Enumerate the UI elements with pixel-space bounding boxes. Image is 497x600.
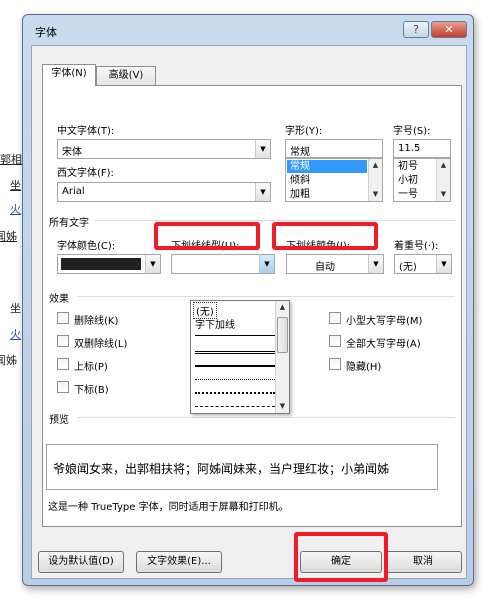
western-font-label: 西文字体(F): (57, 168, 114, 179)
group-divider (77, 417, 455, 418)
hidden-label: 隐藏(H) (346, 362, 382, 373)
underline-color-value: 自动 (315, 262, 335, 273)
scroll-up-icon[interactable]: ▲ (369, 159, 382, 172)
font-color-label: 字体颜色(C): (57, 241, 116, 252)
background-doc-text: 弟闻姊 (0, 230, 17, 243)
chinese-font-value: 宋体 (62, 147, 82, 158)
western-font-value: Arial (62, 186, 85, 197)
effects-group-label: 效果 (49, 294, 69, 305)
dropdown-scrollbar[interactable]: ▲ ▼ (275, 301, 289, 413)
text-effects-button[interactable]: 文字效果(E)... (136, 551, 222, 573)
font-color-swatch (61, 258, 141, 270)
chevron-down-icon[interactable]: ▼ (255, 183, 270, 201)
tab-advanced[interactable]: 高级(V) (96, 66, 156, 85)
chinese-font-combo[interactable]: 宋体 ▼ (57, 139, 271, 159)
subscript-checkbox[interactable] (57, 381, 69, 393)
scroll-down-icon[interactable]: ▼ (437, 188, 450, 201)
all-caps-checkbox[interactable] (329, 335, 341, 347)
small-caps-checkbox[interactable] (329, 312, 341, 324)
scroll-up-icon[interactable]: ▲ (437, 159, 450, 172)
strikethrough-checkbox[interactable] (57, 312, 69, 324)
background-doc-text: 火 (10, 203, 21, 216)
list-item[interactable]: 一号 (395, 188, 418, 201)
strikethrough-label: 删除线(K) (74, 316, 119, 327)
line-style-single[interactable] (195, 335, 275, 336)
close-button[interactable]: ✕ (431, 21, 467, 38)
chevron-down-icon[interactable]: ▼ (436, 255, 451, 273)
close-icon: ✕ (444, 23, 454, 36)
tab-font[interactable]: 字体(N) (42, 64, 96, 86)
chevron-down-icon[interactable]: ▼ (259, 255, 274, 273)
emphasis-mark-combo[interactable]: (无) ▼ (394, 254, 452, 274)
superscript-checkbox[interactable] (57, 358, 69, 370)
scroll-up-icon[interactable]: ▲ (276, 301, 289, 314)
font-style-scrollbar[interactable]: ▲ ▼ (368, 159, 382, 201)
preview-text: 爷娘闻女来，出郭相扶将；阿姊闻妹来，当户理红妆；小弟闻姊 (53, 462, 390, 476)
font-style-input[interactable]: 常规 (285, 139, 383, 158)
font-size-value: 11.5 (398, 143, 421, 154)
list-item[interactable]: 初号 (395, 160, 418, 173)
highlight-ok-button (294, 532, 388, 582)
superscript-label: 上标(P) (74, 362, 108, 373)
chevron-down-icon[interactable]: ▼ (255, 140, 270, 158)
list-item[interactable]: 加粗 (287, 188, 310, 201)
font-description: 这是一种 TrueType 字体，同时适用于屏幕和打印机。 (48, 502, 289, 513)
font-size-list[interactable]: 初号 小初 一号 ▲ ▼ (393, 158, 451, 202)
scroll-down-icon[interactable]: ▼ (369, 188, 382, 201)
cancel-button[interactable]: 取消 (384, 551, 462, 573)
line-style-thick[interactable] (195, 365, 275, 367)
underline-style-dropdown[interactable]: (无) 字下加线 ▲ ▼ (190, 300, 290, 414)
background-doc-text: 弟闻姊 (0, 354, 17, 367)
hidden-checkbox[interactable] (329, 358, 341, 370)
underline-color-combo[interactable]: 自动 ▼ (286, 254, 384, 274)
font-dialog: 字体 ? ✕ 字体(N) 高级(V) 中文字体(T): 宋体 ▼ 西文字体(F)… (22, 14, 474, 586)
list-item[interactable]: 小初 (395, 174, 418, 187)
dialog-titlebar[interactable]: 字体 ? ✕ (23, 15, 473, 43)
western-font-combo[interactable]: Arial ▼ (57, 182, 271, 202)
set-default-button[interactable]: 设为默认值(D) (38, 551, 124, 573)
line-style-dashed[interactable] (195, 406, 275, 407)
underline-style-combo[interactable]: ▼ (171, 254, 275, 274)
background-doc-text: 坐 (10, 302, 21, 315)
chevron-down-icon[interactable]: ▼ (145, 255, 160, 273)
double-strikethrough-checkbox[interactable] (57, 335, 69, 347)
line-style-dense-dotted[interactable] (195, 392, 275, 394)
dialog-title: 字体 (35, 26, 57, 39)
scroll-thumb[interactable] (277, 317, 288, 353)
highlight-underline-color (272, 222, 378, 250)
chinese-font-label: 中文字体(T): (57, 126, 115, 137)
dropdown-item-underline-words[interactable]: 字下加线 (195, 316, 235, 331)
font-style-list[interactable]: 常规 倾斜 加粗 ▲ ▼ (285, 158, 383, 202)
all-caps-label: 全部大写字母(A) (346, 339, 421, 350)
help-button[interactable]: ? (403, 21, 429, 38)
all-text-group-label: 所有文字 (49, 218, 89, 229)
emphasis-mark-value: (无) (399, 262, 417, 273)
subscript-label: 下标(B) (74, 385, 109, 396)
emphasis-mark-label: 着重号(·): (394, 241, 439, 252)
group-divider (95, 220, 455, 221)
line-style-double[interactable] (195, 351, 275, 354)
font-size-scrollbar[interactable]: ▲ ▼ (436, 159, 450, 201)
dialog-client-area: 字体(N) 高级(V) 中文字体(T): 宋体 ▼ 西文字体(F): Arial… (31, 45, 467, 579)
background-doc-text: 火 (10, 328, 21, 341)
group-divider (77, 296, 455, 297)
preview-box: 爷娘闻女来，出郭相扶将；阿姊闻妹来，当户理红妆；小弟闻姊 (46, 444, 438, 490)
chevron-down-icon[interactable]: ▼ (368, 255, 383, 273)
font-size-input[interactable]: 11.5 (393, 139, 451, 158)
help-icon: ? (413, 23, 419, 36)
scroll-down-icon[interactable]: ▼ (276, 400, 289, 413)
background-doc-text: 郭相 (0, 153, 22, 166)
double-strikethrough-label: 双删除线(L) (74, 339, 128, 350)
list-item[interactable]: 常规 (287, 160, 367, 173)
background-doc-text: 坐 (10, 179, 21, 192)
font-size-label: 字号(S): (393, 126, 431, 137)
small-caps-label: 小型大写字母(M) (346, 316, 423, 327)
preview-group-label: 预览 (49, 415, 69, 426)
font-style-label: 字形(Y): (285, 126, 323, 137)
highlight-underline-style (154, 222, 260, 250)
list-item[interactable]: 倾斜 (287, 174, 310, 187)
line-style-dotted[interactable] (195, 379, 275, 380)
font-color-combo[interactable]: ▼ (57, 254, 161, 274)
font-style-value: 常规 (290, 147, 310, 158)
